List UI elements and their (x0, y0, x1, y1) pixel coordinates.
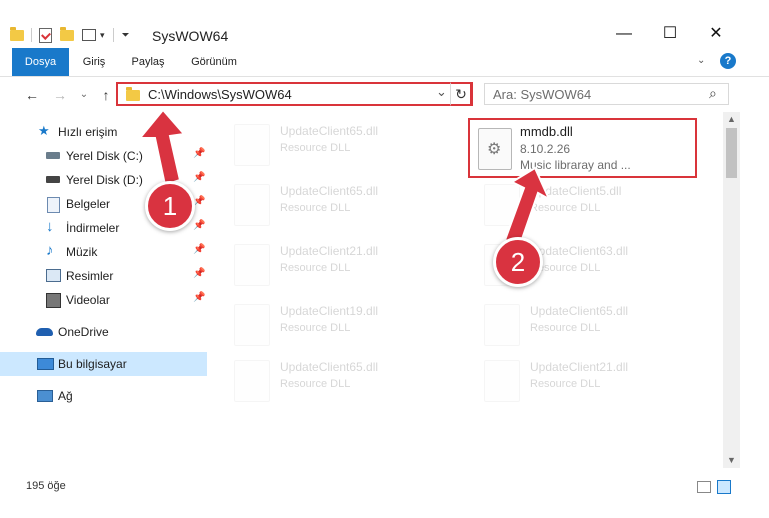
arrow-1 (137, 108, 186, 187)
annotation-overlay (137, 108, 552, 247)
arrow-2 (503, 166, 552, 247)
callout-1: 1 (145, 181, 195, 231)
callout-2: 2 (493, 237, 543, 287)
